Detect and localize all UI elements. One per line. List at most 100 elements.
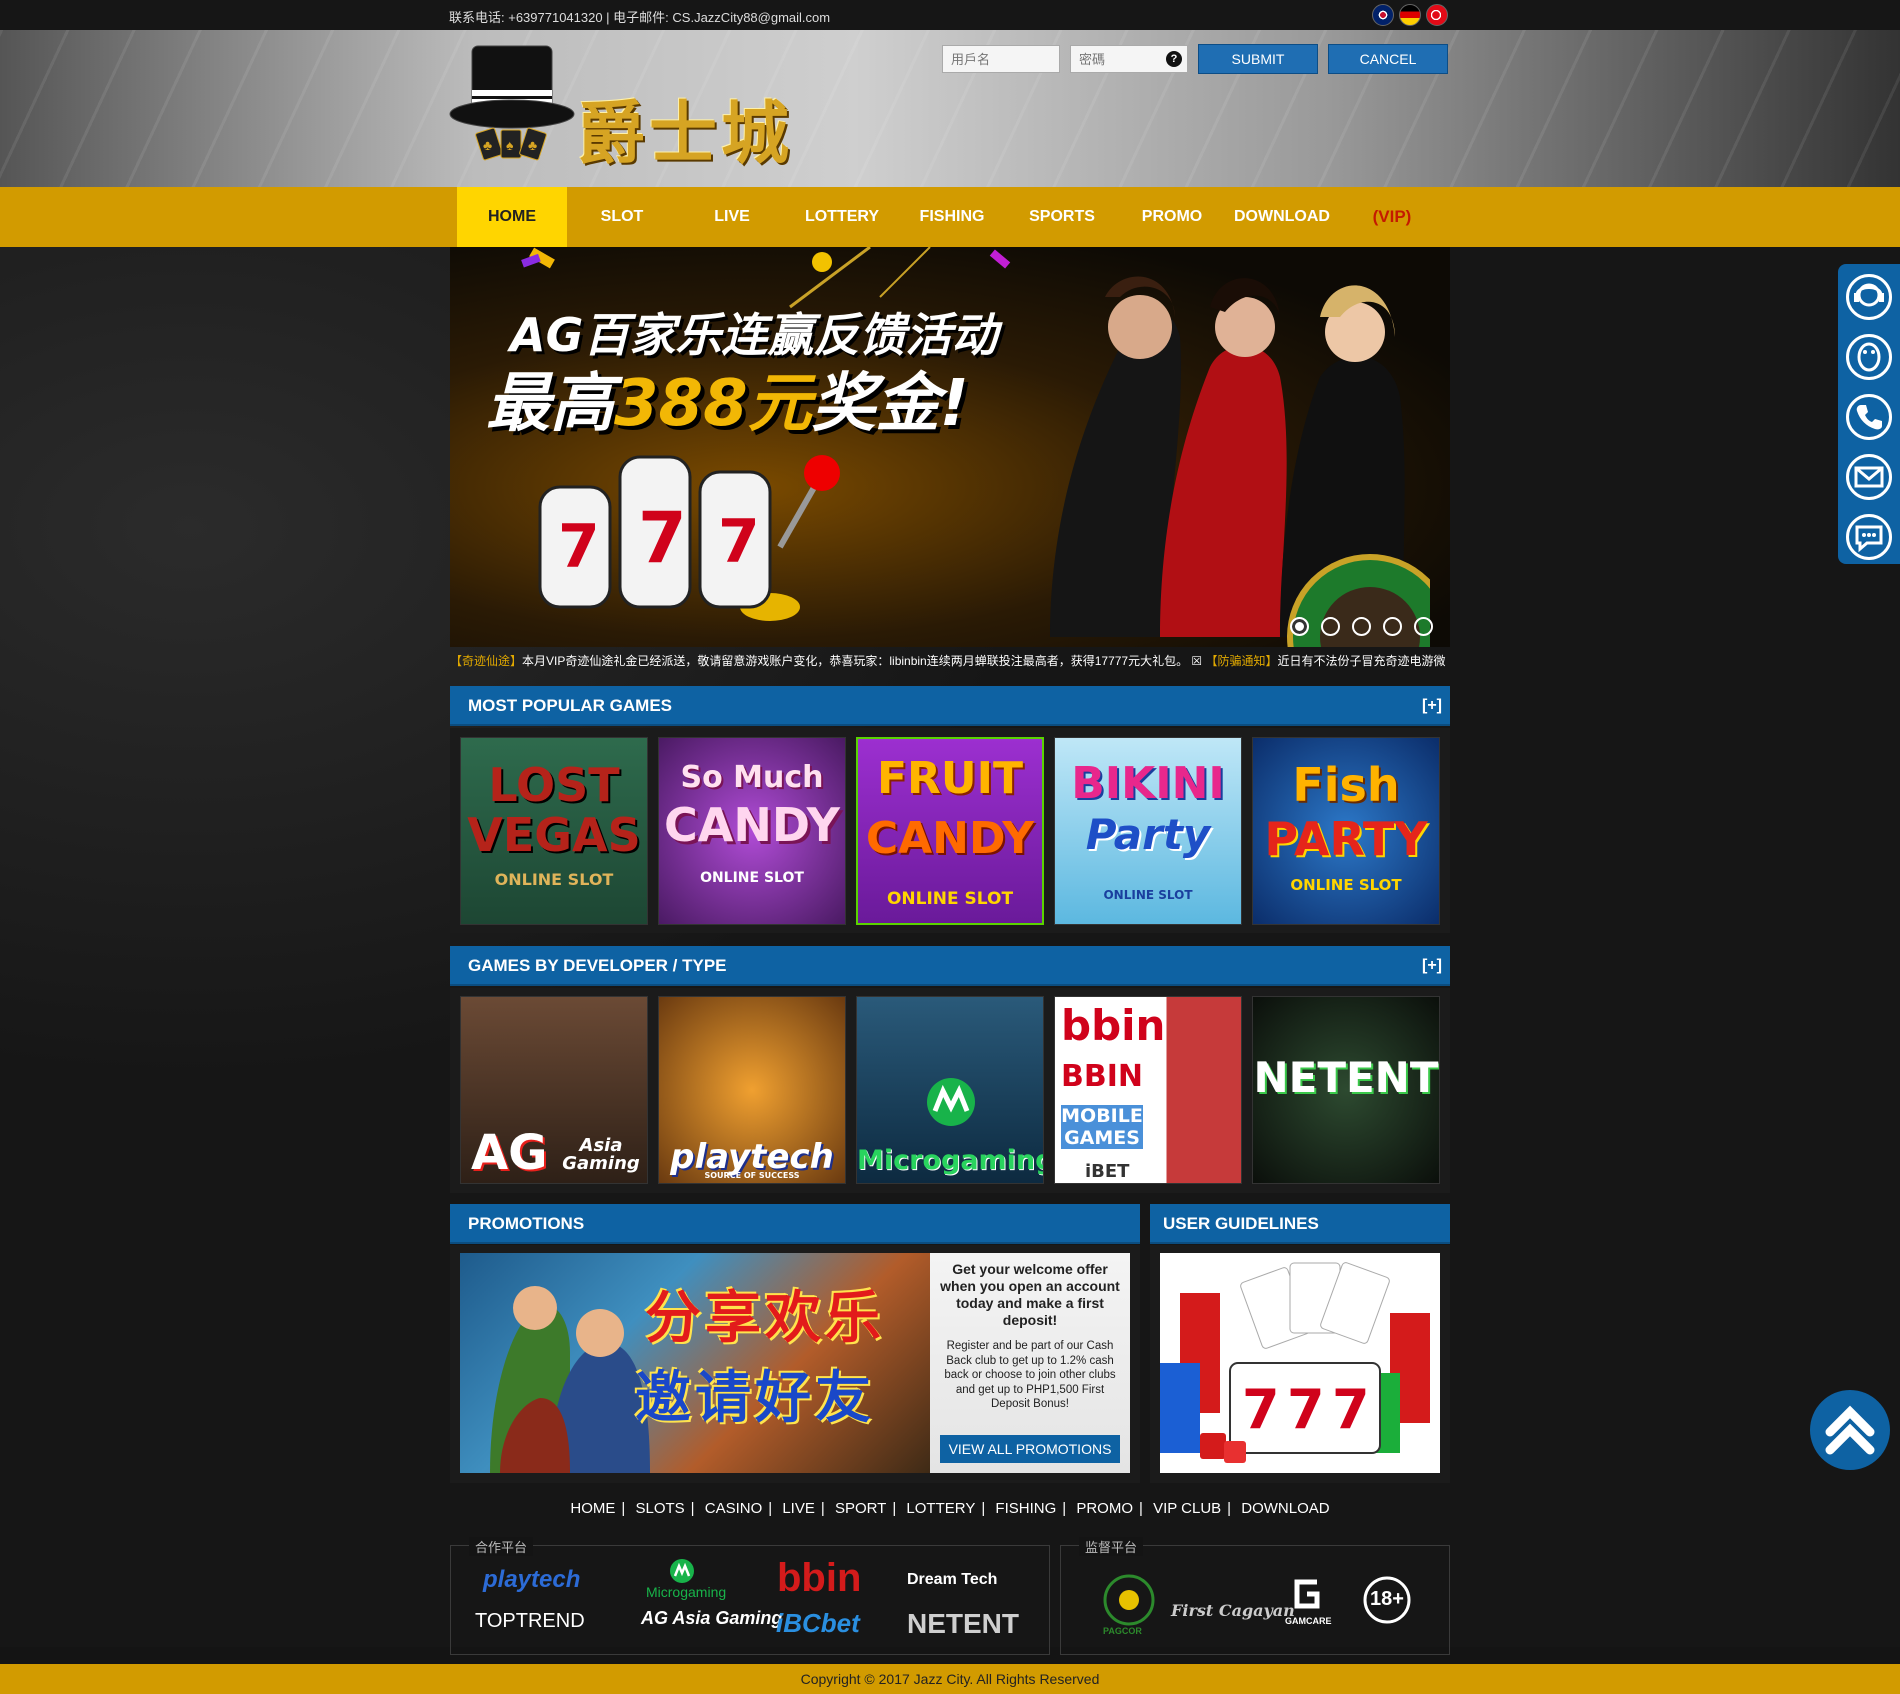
qq-icon[interactable] [1846, 334, 1892, 380]
nav-vip[interactable]: (VIP) [1337, 187, 1447, 247]
regulator-first-cagayan: First Cagayan [1171, 1601, 1295, 1620]
banner-title-amount: 388元 [614, 367, 812, 441]
expand-button[interactable]: [+] [1422, 946, 1442, 986]
section-title: MOST POPULAR GAMES [468, 696, 673, 715]
nav-promo[interactable]: PROMO [1117, 187, 1227, 247]
game-subtitle: ONLINE SLOT [1290, 876, 1402, 894]
submit-button[interactable]: SUBMIT [1198, 44, 1318, 74]
promo-description: Get your welcome offer when you open an … [930, 1253, 1130, 1473]
banner-title-line2: 最高388元奖金! [486, 352, 969, 444]
slide-dot-2[interactable] [1321, 617, 1340, 636]
copyright: Copyright © 2017 Jazz City. All Rights R… [0, 1664, 1900, 1694]
guidelines-image[interactable]: 7 7 7 [1160, 1253, 1440, 1473]
marquee-tag-1: 【奇迹仙途】 [450, 654, 523, 668]
developer-name: bbin [1061, 1001, 1166, 1050]
game-subtitle: ONLINE SLOT [494, 870, 614, 889]
nav-home[interactable]: HOME [457, 187, 567, 247]
game-subtitle: ONLINE SLOT [1103, 888, 1193, 902]
back-to-top-button[interactable] [1810, 1390, 1890, 1470]
game-title-1: BIKINI [1071, 758, 1225, 809]
game-title-2: Party [1085, 810, 1211, 859]
cancel-button[interactable]: CANCEL [1328, 44, 1448, 74]
language-selector [1372, 4, 1448, 26]
regulator-pagcor: PAGCOR [1103, 1626, 1142, 1636]
svg-text:7: 7 [638, 497, 687, 579]
footer-link-slots[interactable]: SLOTS [635, 1500, 684, 1517]
regulators-title: 监督平台 [1079, 1537, 1144, 1556]
game-tile[interactable]: LOST VEGAS ONLINE SLOT [460, 737, 648, 925]
developer-tile[interactable]: Microgaming [856, 996, 1044, 1184]
email-icon[interactable] [1846, 454, 1892, 500]
developer-tile[interactable]: playtech SOURCE OF SUCCESS [658, 996, 846, 1184]
nav-live[interactable]: LIVE [677, 187, 787, 247]
contact-sidebar [1838, 264, 1900, 564]
svg-text:7: 7 [718, 507, 760, 577]
partners-box: 合作平台 playtech Microgaming bbin Dream Tec… [450, 1537, 1050, 1655]
slide-dot-4[interactable] [1383, 617, 1402, 636]
chat-icon[interactable] [1846, 514, 1892, 560]
uk-flag-icon[interactable] [1372, 4, 1394, 26]
partner-microgaming: Microgaming [646, 1584, 727, 1600]
promo-heading: Get your welcome offer when you open an … [940, 1261, 1120, 1328]
footer-link-sport[interactable]: SPORT [835, 1500, 886, 1517]
section-title: USER GUIDELINES [1163, 1214, 1319, 1233]
developer-tile[interactable]: AG Asia Gaming [460, 996, 648, 1184]
nav-sports[interactable]: SPORTS [1007, 187, 1117, 247]
game-tile[interactable]: Fish PARTY ONLINE SLOT [1252, 737, 1440, 925]
nav-slot[interactable]: SLOT [567, 187, 677, 247]
developer-subtitle: Asia Gaming [562, 1135, 640, 1174]
footer-separator: | [690, 1500, 695, 1517]
customer-service-icon[interactable] [1846, 274, 1892, 320]
game-tile[interactable]: BIKINI Party ONLINE SLOT [1054, 737, 1242, 925]
top-hat-icon: ♣ ♠ ♣ [449, 45, 575, 161]
top-bar: 联系电话: +639771041320 | 电子邮件: CS.JazzCity8… [0, 0, 1900, 30]
partner-bbin: bbin [777, 1556, 862, 1600]
partner-ag: AG Asia Gaming [641, 1608, 783, 1628]
help-icon[interactable]: ? [1166, 51, 1182, 67]
developer-tile[interactable]: bbin BBIN MOBILE GAMES iBET [1054, 996, 1242, 1184]
footer-link-fishing[interactable]: FISHING [995, 1500, 1056, 1517]
microgaming-logo-icon [670, 1559, 694, 1583]
svg-text:7: 7 [1242, 1378, 1280, 1441]
slide-dot-1[interactable] [1290, 617, 1309, 636]
germany-flag-icon[interactable] [1399, 4, 1421, 26]
game-title-2: VEGAS [467, 808, 641, 862]
nav-fishing[interactable]: FISHING [897, 187, 1007, 247]
developer-subtitle: SOURCE OF SUCCESS [704, 1171, 800, 1180]
hero-banner[interactable]: AG百家乐连赢反馈活动 最高388元奖金! 7 7 7 [450, 247, 1450, 647]
slide-dot-3[interactable] [1352, 617, 1371, 636]
expand-button[interactable]: [+] [1422, 686, 1442, 726]
footer-link-home[interactable]: HOME [570, 1500, 615, 1517]
developer-tile[interactable]: NETENT [1252, 996, 1440, 1184]
footer-link-live[interactable]: LIVE [782, 1500, 815, 1517]
marquee-text-2: 近日有不法份子冒充奇迹电游微 [1277, 654, 1446, 668]
slide-dot-5[interactable] [1414, 617, 1433, 636]
nav-download[interactable]: DOWNLOAD [1227, 187, 1337, 247]
developer-name: Microgaming [857, 1145, 1044, 1176]
username-input[interactable] [942, 45, 1060, 73]
casino-chips-illustration: 7 7 7 [1160, 1262, 1430, 1463]
game-tile[interactable]: FRUIT CANDY ONLINE SLOT [856, 737, 1044, 925]
promo-body: Register and be part of our Cash Back cl… [944, 1340, 1116, 1410]
game-title-1: Fish [1292, 758, 1400, 812]
pagcor-logo-icon [1103, 1574, 1155, 1626]
footer-link-promo[interactable]: PROMO [1076, 1500, 1133, 1517]
developer-list: AG Asia Gaming playtech SOURCE OF SUCCES… [460, 996, 1440, 1184]
footer-link-vip-club[interactable]: VIP CLUB [1153, 1500, 1221, 1517]
nav-lottery[interactable]: LOTTERY [787, 187, 897, 247]
view-all-promotions-button[interactable]: VIEW ALL PROMOTIONS [940, 1435, 1120, 1463]
game-title-2: PARTY [1264, 812, 1428, 866]
game-tile[interactable]: So Much CANDY ONLINE SLOT [658, 737, 846, 925]
turkey-flag-icon[interactable] [1426, 4, 1448, 26]
game-subtitle: ONLINE SLOT [700, 870, 804, 886]
site-logo[interactable]: ♣ ♠ ♣ 爵士城 [447, 38, 797, 178]
contact-info: 联系电话: +639771041320 | 电子邮件: CS.JazzCity8… [449, 10, 831, 25]
footer-link-download[interactable]: DOWNLOAD [1241, 1500, 1329, 1517]
phone-icon[interactable] [1846, 394, 1892, 440]
footer-link-lottery[interactable]: LOTTERY [906, 1500, 975, 1517]
game-subtitle: ONLINE SLOT [886, 889, 1014, 909]
footer-link-casino[interactable]: CASINO [705, 1500, 763, 1517]
popular-games-list: LOST VEGAS ONLINE SLOT So Much CANDY ONL… [460, 737, 1440, 925]
promo-banner[interactable]: 分享欢乐 邀请好友 [460, 1253, 930, 1473]
models-illustration [1050, 276, 1430, 647]
